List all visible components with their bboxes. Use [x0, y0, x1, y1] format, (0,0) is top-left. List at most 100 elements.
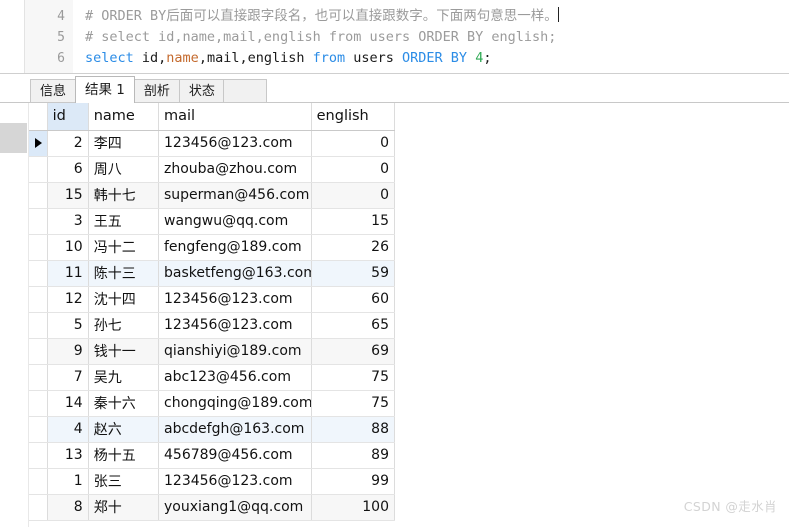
- cell-mail[interactable]: youxiang1@qq.com: [158, 494, 312, 521]
- cell-name[interactable]: 李四: [88, 130, 160, 157]
- table-row[interactable]: 1 张三 123456@123.com 99: [29, 468, 396, 495]
- cell-id[interactable]: 6: [47, 156, 89, 183]
- cell-english[interactable]: 69: [311, 338, 396, 365]
- cell-name[interactable]: 钱十一: [88, 338, 160, 365]
- cell-id[interactable]: 4: [47, 416, 89, 443]
- code-line-5[interactable]: # select id,name,mail,english from users…: [85, 27, 556, 48]
- cell-id[interactable]: 3: [47, 208, 89, 235]
- cell-mail[interactable]: abcdefgh@163.com: [158, 416, 312, 443]
- cell-id[interactable]: 5: [47, 312, 89, 339]
- cell-id[interactable]: 11: [47, 260, 89, 287]
- cell-id[interactable]: 14: [47, 390, 89, 417]
- cell-name[interactable]: 杨十五: [88, 442, 160, 469]
- table-row[interactable]: 2 李四 123456@123.com 0: [29, 130, 396, 157]
- column-header-mail[interactable]: mail: [158, 103, 312, 131]
- cell-english[interactable]: 100: [311, 494, 396, 521]
- row-indicator-cell[interactable]: [29, 494, 48, 521]
- code-line-4[interactable]: # ORDER BY后面可以直接跟字段名，也可以直接跟数字。下面两句意思一样。: [85, 6, 559, 27]
- row-indicator-cell[interactable]: [29, 468, 48, 495]
- table-row[interactable]: 11 陈十三 basketfeng@163.com 59: [29, 260, 396, 287]
- vertical-scrollbar-track[interactable]: [0, 103, 28, 527]
- cell-english[interactable]: 0: [311, 156, 396, 183]
- cell-english[interactable]: 75: [311, 364, 396, 391]
- row-indicator-cell[interactable]: [29, 182, 48, 209]
- cell-name[interactable]: 秦十六: [88, 390, 160, 417]
- cell-mail[interactable]: chongqing@189.com: [158, 390, 312, 417]
- table-row[interactable]: 8 郑十 youxiang1@qq.com 100: [29, 494, 396, 521]
- cell-name[interactable]: 韩十七: [88, 182, 160, 209]
- row-indicator-cell[interactable]: [29, 442, 48, 469]
- cell-english[interactable]: 60: [311, 286, 396, 313]
- cell-name[interactable]: 赵六: [88, 416, 160, 443]
- cell-id[interactable]: 12: [47, 286, 89, 313]
- cell-mail[interactable]: qianshiyi@189.com: [158, 338, 312, 365]
- cell-mail[interactable]: 456789@456.com: [158, 442, 312, 469]
- table-row[interactable]: 9 钱十一 qianshiyi@189.com 69: [29, 338, 396, 365]
- row-indicator-cell[interactable]: [29, 416, 48, 443]
- cell-name[interactable]: 周八: [88, 156, 160, 183]
- code-line-6[interactable]: select id,name,mail,english from users O…: [85, 48, 491, 69]
- cell-english[interactable]: 15: [311, 208, 396, 235]
- row-indicator-cell[interactable]: [29, 338, 48, 365]
- cell-id[interactable]: 1: [47, 468, 89, 495]
- cell-mail[interactable]: 123456@123.com: [158, 312, 312, 339]
- cell-name[interactable]: 吴九: [88, 364, 160, 391]
- cell-english[interactable]: 26: [311, 234, 396, 261]
- cell-name[interactable]: 冯十二: [88, 234, 160, 261]
- row-indicator-cell[interactable]: [29, 156, 48, 183]
- table-row[interactable]: 6 周八 zhouba@zhou.com 0: [29, 156, 396, 183]
- cell-mail[interactable]: superman@456.com: [158, 182, 312, 209]
- cell-mail[interactable]: abc123@456.com: [158, 364, 312, 391]
- row-indicator-cell[interactable]: [29, 286, 48, 313]
- row-indicator-cell[interactable]: [29, 364, 48, 391]
- column-header-english[interactable]: english: [311, 103, 396, 131]
- row-indicator-cell[interactable]: [29, 312, 48, 339]
- tab-3[interactable]: 剖析: [133, 79, 180, 103]
- cell-name[interactable]: 郑十: [88, 494, 160, 521]
- cell-name[interactable]: 陈十三: [88, 260, 160, 287]
- cell-english[interactable]: 75: [311, 390, 396, 417]
- cell-id[interactable]: 2: [47, 130, 89, 157]
- sql-editor-pane[interactable]: 4 5 6 # ORDER BY后面可以直接跟字段名，也可以直接跟数字。下面两句意思…: [0, 0, 789, 74]
- cell-mail[interactable]: 123456@123.com: [158, 286, 312, 313]
- cell-english[interactable]: 99: [311, 468, 396, 495]
- table-row[interactable]: 10 冯十二 fengfeng@189.com 26: [29, 234, 396, 261]
- cell-mail[interactable]: zhouba@zhou.com: [158, 156, 312, 183]
- cell-mail[interactable]: fengfeng@189.com: [158, 234, 312, 261]
- cell-english[interactable]: 0: [311, 182, 396, 209]
- cell-id[interactable]: 10: [47, 234, 89, 261]
- cell-id[interactable]: 13: [47, 442, 89, 469]
- cell-name[interactable]: 沈十四: [88, 286, 160, 313]
- table-row[interactable]: 13 杨十五 456789@456.com 89: [29, 442, 396, 469]
- table-row[interactable]: 3 王五 wangwu@qq.com 15: [29, 208, 396, 235]
- cell-id[interactable]: 7: [47, 364, 89, 391]
- cell-id[interactable]: 8: [47, 494, 89, 521]
- table-row[interactable]: 12 沈十四 123456@123.com 60: [29, 286, 396, 313]
- row-indicator-cell[interactable]: [29, 234, 48, 261]
- row-indicator-cell[interactable]: [29, 208, 48, 235]
- column-header-name[interactable]: name: [88, 103, 160, 131]
- cell-english[interactable]: 89: [311, 442, 396, 469]
- cell-mail[interactable]: 123456@123.com: [158, 468, 312, 495]
- cell-mail[interactable]: 123456@123.com: [158, 130, 312, 157]
- row-indicator-cell[interactable]: [29, 390, 48, 417]
- cell-english[interactable]: 0: [311, 130, 396, 157]
- vertical-scrollbar-thumb[interactable]: [0, 123, 27, 153]
- tab-1[interactable]: 信息: [30, 79, 77, 103]
- sql-code-area[interactable]: # ORDER BY后面可以直接跟字段名，也可以直接跟数字。下面两句意思一样。 #…: [73, 0, 789, 73]
- tab-4[interactable]: 状态: [178, 79, 225, 103]
- current-row-arrow-icon[interactable]: [29, 130, 48, 157]
- cell-english[interactable]: 65: [311, 312, 396, 339]
- cell-id[interactable]: 9: [47, 338, 89, 365]
- column-header-id[interactable]: id: [47, 103, 89, 131]
- cell-mail[interactable]: wangwu@qq.com: [158, 208, 312, 235]
- tab-2-active[interactable]: 结果 1: [75, 76, 135, 103]
- cell-name[interactable]: 张三: [88, 468, 160, 495]
- cell-english[interactable]: 88: [311, 416, 396, 443]
- table-row[interactable]: 5 孙七 123456@123.com 65: [29, 312, 396, 339]
- cell-mail[interactable]: basketfeng@163.com: [158, 260, 312, 287]
- table-row[interactable]: 15 韩十七 superman@456.com 0: [29, 182, 396, 209]
- cell-id[interactable]: 15: [47, 182, 89, 209]
- table-row[interactable]: 14 秦十六 chongqing@189.com 75: [29, 390, 396, 417]
- table-row[interactable]: 4 赵六 abcdefgh@163.com 88: [29, 416, 396, 443]
